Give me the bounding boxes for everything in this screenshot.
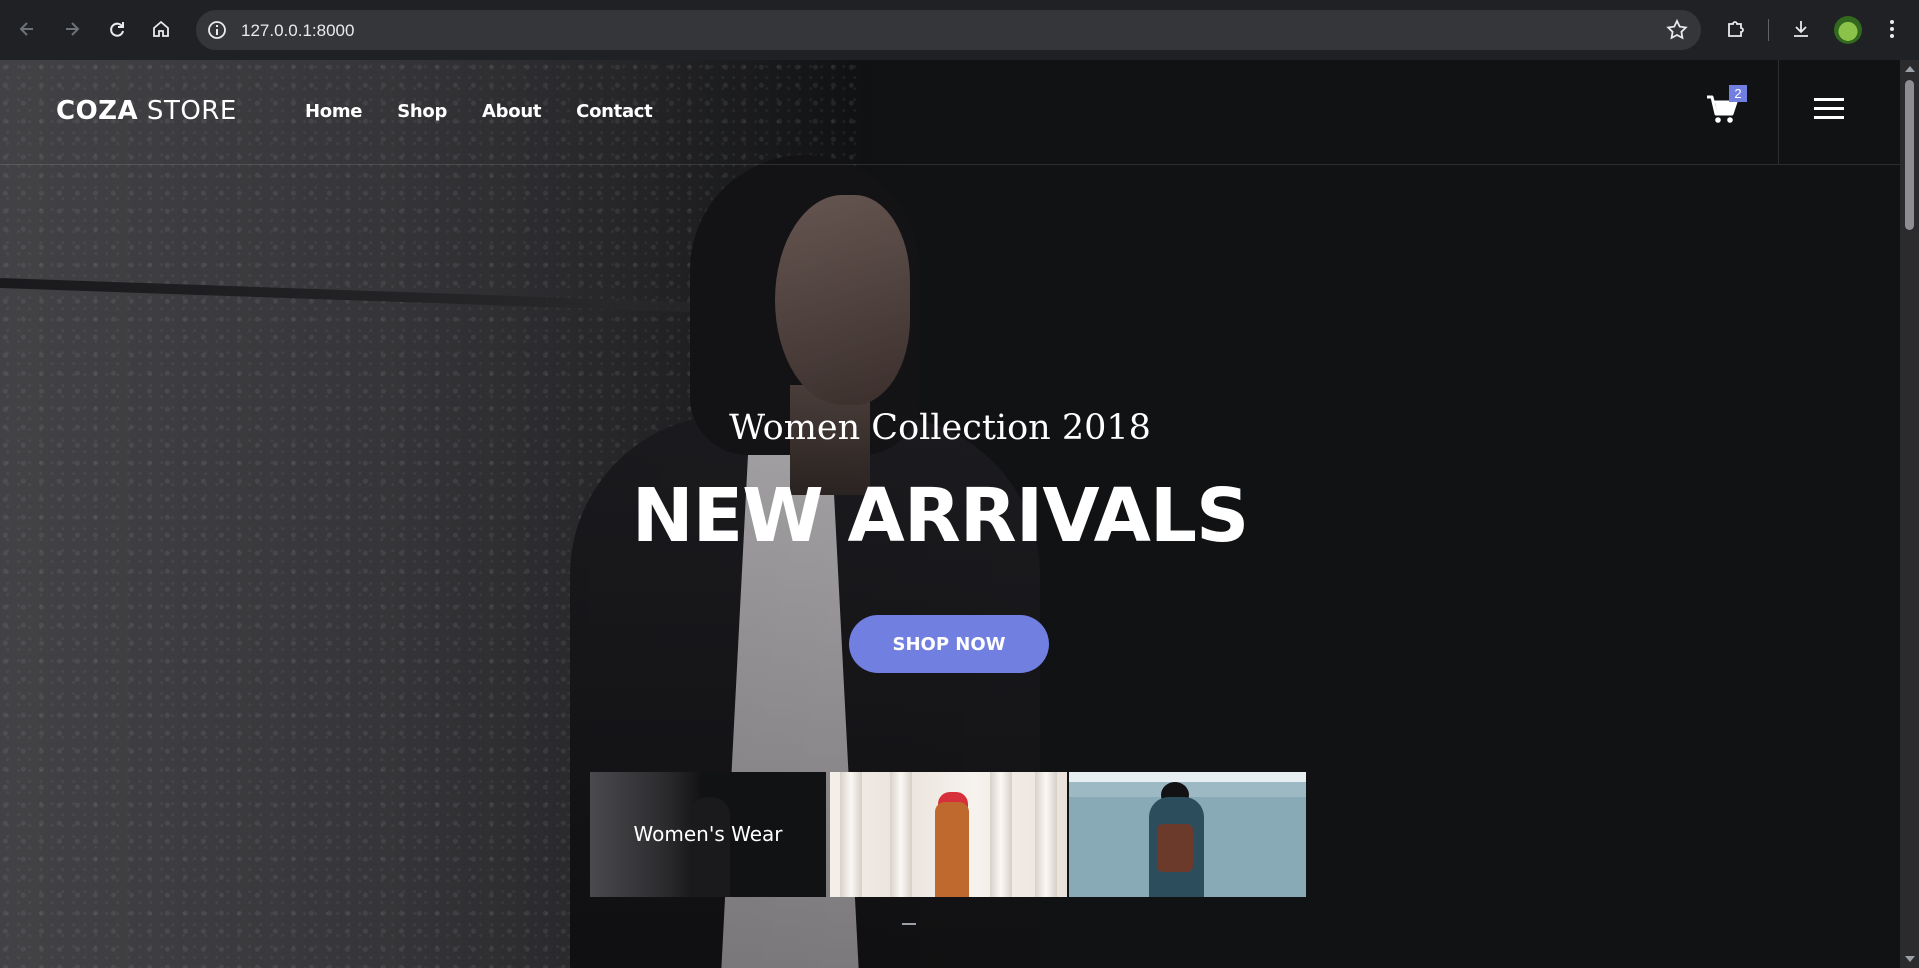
scroll-up-arrow[interactable] <box>1905 66 1915 72</box>
main-menu: Home Shop About Contact <box>305 101 687 122</box>
womens-wear-figure <box>690 797 730 897</box>
reload-button[interactable] <box>102 14 132 44</box>
shop-now-button[interactable]: SHOP NOW <box>849 615 1049 673</box>
hero-title: NEW ARRIVALS <box>631 473 1250 559</box>
scroll-down-arrow[interactable] <box>1905 956 1915 962</box>
pillar <box>840 772 862 897</box>
info-icon[interactable] <box>206 19 228 41</box>
store-logo[interactable]: COZA STORE <box>56 96 237 126</box>
site-header: COZA STORE Home Shop About Contact 2 <box>0 60 1900 165</box>
pillar <box>1035 772 1057 897</box>
url-text[interactable]: 127.0.0.1:8000 <box>241 21 354 41</box>
category-label: Women's Wear <box>633 822 783 846</box>
man-figure <box>935 802 969 897</box>
reload-icon <box>110 22 124 37</box>
toolbar-separator <box>1768 19 1769 41</box>
menu-toggle-button[interactable] <box>1814 98 1844 122</box>
kebab-menu-icon <box>1890 20 1894 38</box>
menu-item-contact[interactable]: Contact <box>576 101 653 122</box>
extensions-button[interactable] <box>1721 14 1751 44</box>
logo-light-text: STORE <box>138 96 237 126</box>
home-button[interactable] <box>146 14 176 44</box>
scroll-thumb[interactable] <box>1905 80 1914 230</box>
menu-item-home[interactable]: Home <box>305 101 363 122</box>
star-icon[interactable] <box>1665 18 1689 42</box>
puzzle-icon <box>1728 21 1744 37</box>
category-thumb-men-travel[interactable] <box>1069 772 1306 897</box>
page-viewport: COZA STORE Home Shop About Contact 2 Wom… <box>0 60 1900 968</box>
menu-item-shop[interactable]: Shop <box>397 101 447 122</box>
logo-bold-text: COZA <box>56 96 139 126</box>
hero-subtitle: Women Collection 2018 <box>729 408 1151 448</box>
back-button[interactable] <box>12 14 42 44</box>
slider-indicator[interactable] <box>902 923 916 925</box>
more-button[interactable] <box>1877 14 1907 44</box>
header-divider <box>1778 60 1779 164</box>
address-bar[interactable]: 127.0.0.1:8000 <box>196 10 1701 50</box>
pillar <box>890 772 912 897</box>
category-thumb-men-casual[interactable] <box>830 772 1067 897</box>
pillar <box>990 772 1012 897</box>
downloads-button[interactable] <box>1786 14 1816 44</box>
backpack <box>1157 824 1193 872</box>
cart-count-badge: 2 <box>1729 85 1747 102</box>
browser-toolbar: 127.0.0.1:8000 <box>0 0 1919 60</box>
category-thumb-womens-wear[interactable]: Women's Wear <box>590 772 826 897</box>
home-icon <box>153 20 169 37</box>
arrow-right-icon <box>66 22 80 36</box>
page-scrollbar[interactable] <box>1900 60 1919 968</box>
download-icon <box>1794 21 1808 37</box>
profile-avatar[interactable] <box>1834 16 1862 44</box>
arrow-left-icon <box>19 22 33 36</box>
forward-button[interactable] <box>57 14 87 44</box>
menu-item-about[interactable]: About <box>482 101 541 122</box>
